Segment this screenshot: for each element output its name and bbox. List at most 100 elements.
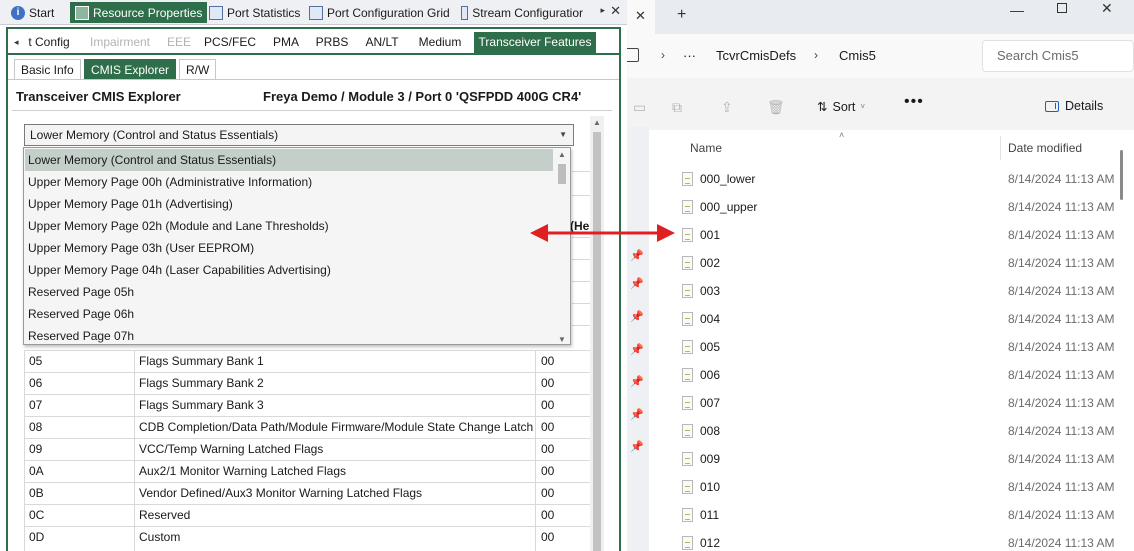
scrollbar-thumb[interactable] <box>593 132 601 551</box>
table-row[interactable]: 0D Custom 00 <box>24 526 590 548</box>
row-value[interactable]: 00 <box>541 505 586 526</box>
list-item[interactable]: 011 8/14/2024 11:13 AM <box>677 501 1117 529</box>
feature-tab-scroll-left-icon[interactable]: ◂ <box>14 32 19 53</box>
dropdown-option[interactable]: Reserved Page 07h <box>25 325 553 347</box>
minimize-icon[interactable]: — <box>1010 2 1024 18</box>
table-row[interactable]: 06 Flags Summary Bank 2 00 <box>24 372 590 394</box>
table-row[interactable]: 07 Flags Summary Bank 3 00 <box>24 394 590 416</box>
dropdown-option[interactable]: Reserved Page 06h <box>25 303 553 325</box>
column-divider[interactable] <box>1000 136 1001 160</box>
dropdown-option[interactable]: Lower Memory (Control and Status Essenti… <box>25 149 553 171</box>
explorer-tab[interactable]: ✕ <box>627 0 655 34</box>
tab-pcs-fec[interactable]: PCS/FEC <box>204 32 256 53</box>
table-row[interactable]: 08 CDB Completion/Data Path/Module Firmw… <box>24 416 590 438</box>
list-item[interactable]: 000_upper 8/14/2024 11:13 AM <box>677 193 1117 221</box>
dropdown-option[interactable]: Reserved Page 05h <box>25 281 553 303</box>
list-item[interactable]: 004 8/14/2024 11:13 AM <box>677 305 1117 333</box>
tab-port-config[interactable]: t Config <box>24 32 74 53</box>
more-options-button[interactable]: ••• <box>904 93 924 111</box>
pin-icon[interactable]: 📌 <box>630 375 644 388</box>
breadcrumb-tcvrcmisdefs[interactable]: TcvrCmisDefs <box>716 48 796 63</box>
maximize-icon[interactable] <box>1057 3 1067 13</box>
list-item[interactable]: 002 8/14/2024 11:13 AM <box>677 249 1117 277</box>
memory-page-select[interactable]: Lower Memory (Control and Status Essenti… <box>24 124 574 146</box>
pin-icon[interactable]: 📌 <box>630 310 644 323</box>
scroll-up-icon[interactable]: ▲ <box>558 150 566 159</box>
row-value[interactable]: 00 <box>541 351 586 372</box>
pin-icon[interactable]: 📌 <box>630 277 644 290</box>
list-item[interactable]: 006 8/14/2024 11:13 AM <box>677 361 1117 389</box>
pin-icon[interactable]: 📌 <box>630 249 644 262</box>
rename-icon[interactable]: ⧉ <box>672 99 682 116</box>
list-item[interactable]: 009 8/14/2024 11:13 AM <box>677 445 1117 473</box>
list-item[interactable]: 008 8/14/2024 11:13 AM <box>677 417 1117 445</box>
tab-medium[interactable]: Medium <box>412 32 468 53</box>
search-input[interactable]: Search Cmis5 <box>982 40 1134 72</box>
list-item[interactable]: 000_lower 8/14/2024 11:13 AM <box>677 165 1117 193</box>
dropdown-scrollbar[interactable]: ▲ ▼ <box>556 150 568 344</box>
doc-tab-port-statistics[interactable]: Port Statistics <box>204 2 305 23</box>
column-header-date-modified[interactable]: Date modified <box>1008 141 1082 155</box>
dropdown-option[interactable]: Upper Memory Page 04h (Laser Capabilitie… <box>25 259 553 281</box>
table-row[interactable]: 0A Aux2/1 Monitor Warning Latched Flags … <box>24 460 590 482</box>
subtab-basic-info[interactable]: Basic Info <box>14 59 81 79</box>
row-value[interactable]: 00 <box>541 527 586 548</box>
delete-icon[interactable]: 🗑 <box>767 99 785 116</box>
breadcrumb-more[interactable]: ··· <box>683 48 696 63</box>
tab-impairment[interactable]: Impairment <box>84 32 156 53</box>
tab-an-lt[interactable]: AN/LT <box>360 32 404 53</box>
pin-icon[interactable]: 📌 <box>630 440 644 453</box>
row-value[interactable]: 00 <box>541 483 586 504</box>
close-icon[interactable]: ✕ <box>610 3 621 19</box>
details-button[interactable]: Details <box>1045 99 1103 113</box>
pin-icon[interactable]: 📌 <box>630 408 644 421</box>
chevron-right-icon[interactable]: › <box>814 48 818 62</box>
chevron-right-icon[interactable]: › <box>661 48 665 62</box>
table-row[interactable]: 05 Flags Summary Bank 1 00 <box>24 350 590 372</box>
row-value[interactable]: 00 <box>541 373 586 394</box>
dropdown-option[interactable]: Upper Memory Page 00h (Administrative In… <box>25 171 553 193</box>
row-value[interactable]: 00 <box>541 417 586 438</box>
list-item[interactable]: 010 8/14/2024 11:13 AM <box>677 473 1117 501</box>
list-item[interactable]: 007 8/14/2024 11:13 AM <box>677 389 1117 417</box>
list-item[interactable]: 001 8/14/2024 11:13 AM <box>677 221 1117 249</box>
paste-icon[interactable]: ▭ <box>633 99 646 116</box>
table-row[interactable]: 0B Vendor Defined/Aux3 Monitor Warning L… <box>24 482 590 504</box>
column-header-name[interactable]: Name <box>690 141 722 155</box>
table-row[interactable]: 0C Reserved 00 <box>24 504 590 526</box>
doc-tab-start[interactable]: i Start <box>6 2 59 23</box>
row-value[interactable]: 00 <box>541 395 586 416</box>
list-item[interactable]: 012 8/14/2024 11:13 AM <box>677 529 1117 551</box>
tab-transceiver-features[interactable]: Transceiver Features <box>474 32 596 53</box>
close-tab-icon[interactable]: ✕ <box>635 8 646 24</box>
tab-pma[interactable]: PMA <box>268 32 304 53</box>
subtab-read-write[interactable]: R/W <box>179 59 217 79</box>
pin-icon[interactable]: 📌 <box>630 343 644 356</box>
scroll-up-icon[interactable]: ▲ <box>593 118 601 127</box>
share-icon[interactable]: ⇪ <box>721 99 733 116</box>
content-scrollbar[interactable]: ▲ <box>590 116 604 551</box>
file-list-scrollbar[interactable] <box>1120 150 1123 200</box>
sort-button[interactable]: ⇅ Sort ˅ <box>817 99 865 115</box>
breadcrumb-cmis5[interactable]: Cmis5 <box>839 48 876 63</box>
list-item[interactable]: 005 8/14/2024 11:13 AM <box>677 333 1117 361</box>
row-value[interactable]: 00 <box>541 439 586 460</box>
close-window-icon[interactable]: ✕ <box>1101 0 1113 17</box>
subtab-cmis-explorer[interactable]: CMIS Explorer <box>84 59 177 79</box>
chevron-down-icon[interactable]: ▼ <box>559 125 567 145</box>
dropdown-option[interactable]: Upper Memory Page 03h (User EEPROM) <box>25 237 553 259</box>
row-value[interactable]: 00 <box>541 461 586 482</box>
dropdown-option[interactable]: Upper Memory Page 02h (Module and Lane T… <box>25 215 553 237</box>
list-item[interactable]: 003 8/14/2024 11:13 AM <box>677 277 1117 305</box>
scrollbar-thumb[interactable] <box>558 164 566 184</box>
doc-tab-port-configuration-grid[interactable]: Port Configuration Grid <box>304 2 455 23</box>
doc-tab-resource-properties[interactable]: Resource Properties <box>70 2 208 23</box>
doc-tab-stream-configuration[interactable]: Stream Configuratior <box>456 2 588 23</box>
tab-prbs[interactable]: PRBS <box>314 32 350 53</box>
tab-scroll-right-icon[interactable]: ▸ <box>600 5 605 16</box>
tab-eee[interactable]: EEE <box>166 32 192 53</box>
table-row[interactable]: 09 VCC/Temp Warning Latched Flags 00 <box>24 438 590 460</box>
scroll-down-icon[interactable]: ▼ <box>558 335 566 344</box>
dropdown-option[interactable]: Upper Memory Page 01h (Advertising) <box>25 193 553 215</box>
new-tab-button[interactable]: + <box>677 6 686 24</box>
